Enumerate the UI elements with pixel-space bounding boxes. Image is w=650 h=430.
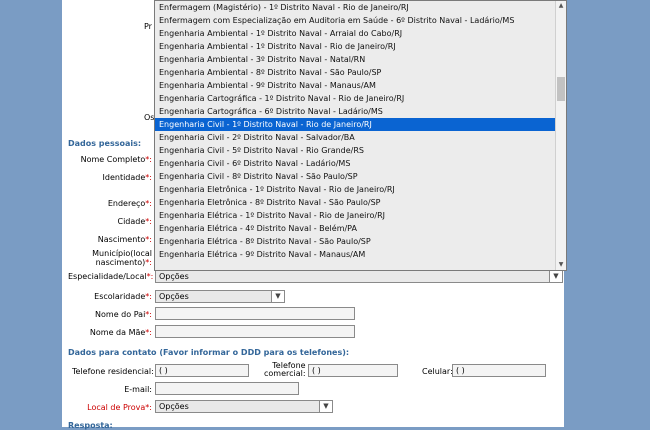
dropdown-option[interactable]: Enfermagem (Magistério) - 1º Distrito Na…	[155, 1, 566, 14]
dropdown-option[interactable]: Engenharia Elétrica - 8º Distrito Naval …	[155, 235, 566, 248]
celular-input[interactable]: ( )	[452, 364, 546, 377]
label-local-prova: Local de Prova*:	[87, 403, 152, 412]
escolaridade-select[interactable]: Opções ▼	[155, 290, 285, 303]
dropdown-option[interactable]: Enfermagem com Especialização em Auditor…	[155, 14, 566, 27]
label-mae: Nome da Mãe*:	[89, 328, 152, 337]
section-personal: Dados pessoais:	[68, 139, 142, 148]
dropdown-option[interactable]: Engenharia Civil - 8º Distrito Naval - S…	[155, 170, 566, 183]
dropdown-option[interactable]: Engenharia Civil - 6º Distrito Naval - L…	[155, 157, 566, 170]
dropdown-option[interactable]: Engenharia Civil - 2º Distrito Naval - S…	[155, 131, 566, 144]
dropdown-option[interactable]: Engenharia Ambiental - 3º Distrito Naval…	[155, 53, 566, 66]
label-nome: Nome Completo*:	[80, 155, 152, 164]
especialidade-select[interactable]: Opções ▼	[155, 270, 563, 283]
chevron-down-icon[interactable]: ▼	[319, 401, 332, 412]
dropdown-option[interactable]: Engenharia Elétrica - 1º Distrito Naval …	[155, 209, 566, 222]
label-pai: Nome do Pai*:	[95, 310, 152, 319]
mae-input[interactable]	[155, 325, 355, 338]
partial-label-os: Os	[144, 113, 155, 122]
partial-label-pr: Pr	[144, 22, 152, 31]
chevron-down-icon[interactable]: ▼	[271, 291, 284, 302]
email-input[interactable]	[155, 382, 299, 395]
dropdown-option[interactable]: Engenharia Ambiental - 1º Distrito Naval…	[155, 27, 566, 40]
label-celular: Celular:	[422, 367, 453, 376]
dropdown-option[interactable]: Engenharia Ambiental - 8º Distrito Naval…	[155, 66, 566, 79]
dropdown-scrollbar[interactable]: ▲ ▼	[555, 1, 566, 270]
label-identidade: Identidade*:	[102, 173, 152, 182]
scroll-up-icon[interactable]: ▲	[556, 1, 566, 11]
dropdown-options: Enfermagem (Magistério) - 1º Distrito Na…	[155, 1, 566, 261]
especialidade-value: Opções	[159, 272, 189, 281]
label-escolaridade: Escolaridade*:	[94, 292, 152, 301]
label-especialidade: Especialidade/Local*:	[68, 272, 154, 281]
local-prova-value: Opções	[159, 402, 189, 411]
section-resposta: Resposta:	[68, 421, 113, 430]
scroll-down-icon[interactable]: ▼	[556, 260, 566, 270]
dropdown-option[interactable]: Engenharia Civil - 5º Distrito Naval - R…	[155, 144, 566, 157]
tel-res-input[interactable]: ( )	[155, 364, 249, 377]
dropdown-option[interactable]: Engenharia Eletrônica - 8º Distrito Nava…	[155, 196, 566, 209]
label-cidade: Cidade*:	[117, 217, 153, 226]
chevron-down-icon[interactable]: ▼	[549, 271, 562, 282]
dropdown-option[interactable]: Engenharia Ambiental - 1º Distrito Naval…	[155, 40, 566, 53]
local-prova-select[interactable]: Opções ▼	[155, 400, 333, 413]
especialidade-dropdown-list[interactable]: Enfermagem (Magistério) - 1º Distrito Na…	[154, 0, 567, 271]
pai-input[interactable]	[155, 307, 355, 320]
dropdown-option[interactable]: Engenharia Cartográfica - 6º Distrito Na…	[155, 105, 566, 118]
label-municipio: Município(local nascimento)*:	[92, 249, 152, 267]
dropdown-option[interactable]: Engenharia Cartográfica - 1º Distrito Na…	[155, 92, 566, 105]
dropdown-option[interactable]: Engenharia Civil - 1º Distrito Naval - R…	[155, 118, 566, 131]
tel-com-input[interactable]: ( )	[308, 364, 398, 377]
label-endereco: Endereço*:	[107, 199, 152, 208]
dropdown-option[interactable]: Engenharia Elétrica - 9º Distrito Naval …	[155, 248, 566, 261]
dropdown-option[interactable]: Engenharia Ambiental - 9º Distrito Naval…	[155, 79, 566, 92]
label-email: E-mail:	[124, 385, 152, 394]
dropdown-option[interactable]: Engenharia Eletrônica - 1º Distrito Nava…	[155, 183, 566, 196]
scrollbar-thumb[interactable]	[557, 77, 565, 101]
dropdown-option[interactable]: Engenharia Elétrica - 4º Distrito Naval …	[155, 222, 566, 235]
escolaridade-value: Opções	[159, 292, 189, 301]
label-nascimento: Nascimento*:	[97, 235, 152, 244]
section-contact: Dados para contato (Favor informar o DDD…	[68, 348, 350, 357]
label-tel-res: Telefone residencial:	[72, 367, 154, 376]
label-tel-com: Telefone comercial:	[264, 361, 306, 378]
